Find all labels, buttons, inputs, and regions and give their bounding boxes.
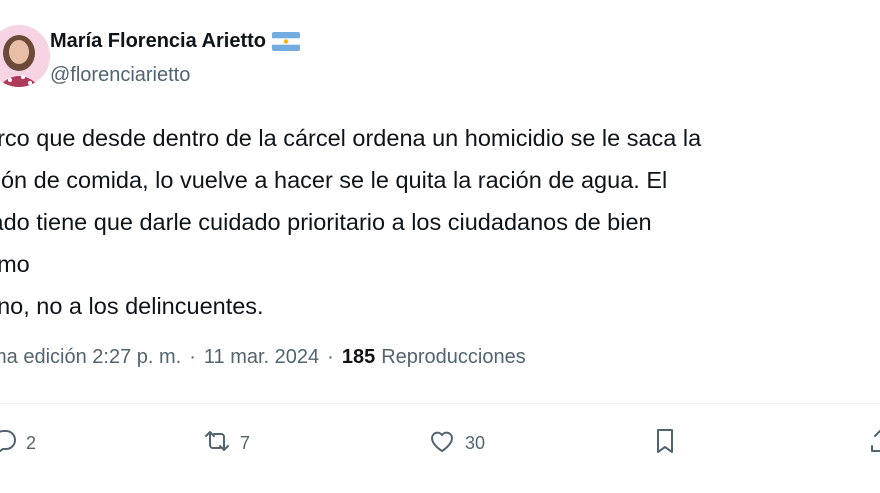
views-label: Reproducciones <box>381 346 526 368</box>
action-bar: 2 7 30 <box>0 420 880 470</box>
argentina-flag-icon <box>271 32 300 51</box>
reply-icon <box>0 426 18 461</box>
like-count: 30 <box>465 432 486 453</box>
tweet-line: uno, no a los delincuentes. <box>0 293 264 319</box>
tweet-line: omo <box>0 251 30 277</box>
tweet-date[interactable]: 11 mar. 2024 <box>204 346 319 369</box>
author-name-row[interactable]: María Florencia Arietto <box>50 30 300 53</box>
author-name[interactable]: María Florencia Arietto <box>50 30 266 53</box>
share-icon <box>866 426 880 461</box>
tweet-meta: tima edición 2:27 p. m. · 11 mar. 2024 ·… <box>0 346 526 369</box>
meta-separator: · <box>327 346 334 368</box>
like-button[interactable]: 30 <box>427 420 485 466</box>
tweet-line: tado tiene que darle cuidado prioritario… <box>0 209 652 235</box>
heart-icon <box>427 426 457 461</box>
retweet-button[interactable]: 7 <box>202 420 250 466</box>
bookmark-icon <box>650 426 680 461</box>
bookmark-button[interactable] <box>650 420 680 466</box>
author-handle[interactable]: @florenciarietto <box>50 64 190 87</box>
retweet-count: 7 <box>240 432 251 453</box>
tweet-text: arco que desde dentro de la cárcel orden… <box>0 117 880 327</box>
retweet-icon <box>202 426 232 461</box>
reply-button[interactable]: 2 <box>0 420 36 466</box>
edited-timestamp[interactable]: tima edición 2:27 p. m. <box>0 346 181 369</box>
meta-separator: · <box>189 346 196 368</box>
tweet-line: arco que desde dentro de la cárcel orden… <box>0 125 702 151</box>
tweet-line: ción de comida, lo vuelve a hacer se le … <box>0 167 668 193</box>
divider <box>0 403 880 404</box>
views-count: 185 <box>341 346 376 368</box>
share-button[interactable] <box>866 420 880 466</box>
reply-count: 2 <box>26 432 37 453</box>
avatar[interactable] <box>0 25 50 87</box>
